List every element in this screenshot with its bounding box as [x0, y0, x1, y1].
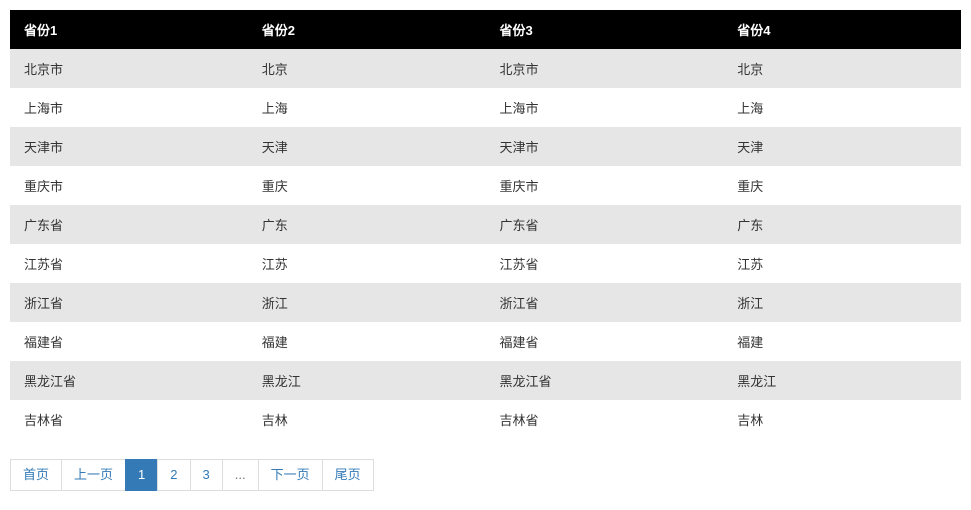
- table-row: 黑龙江省黑龙江黑龙江省黑龙江: [10, 361, 961, 400]
- table-cell: 北京市: [486, 49, 724, 88]
- table-cell: 重庆: [248, 166, 486, 205]
- pagination: 首页 上一页 123 ... 下一页 尾页: [10, 459, 961, 491]
- table-row: 天津市天津天津市天津: [10, 127, 961, 166]
- table-cell: 浙江省: [10, 283, 248, 322]
- col-header-3: 省份3: [486, 10, 724, 49]
- page-prev[interactable]: 上一页: [61, 459, 126, 491]
- table-cell: 福建: [723, 322, 961, 361]
- table-cell: 天津市: [486, 127, 724, 166]
- page-number[interactable]: 2: [157, 459, 190, 491]
- table-cell: 福建省: [10, 322, 248, 361]
- table-cell: 广东: [248, 205, 486, 244]
- table-cell: 黑龙江: [248, 361, 486, 400]
- table-cell: 上海市: [486, 88, 724, 127]
- table-cell: 上海: [723, 88, 961, 127]
- page-next[interactable]: 下一页: [258, 459, 323, 491]
- table-cell: 江苏省: [486, 244, 724, 283]
- table-cell: 上海: [248, 88, 486, 127]
- table-cell: 福建省: [486, 322, 724, 361]
- table-cell: 吉林: [723, 400, 961, 439]
- table-row: 江苏省江苏江苏省江苏: [10, 244, 961, 283]
- table-row: 浙江省浙江浙江省浙江: [10, 283, 961, 322]
- table-cell: 黑龙江: [723, 361, 961, 400]
- table-cell: 福建: [248, 322, 486, 361]
- table-cell: 广东: [723, 205, 961, 244]
- table-row: 重庆市重庆重庆市重庆: [10, 166, 961, 205]
- table-cell: 江苏: [723, 244, 961, 283]
- table-cell: 浙江省: [486, 283, 724, 322]
- table-cell: 重庆: [723, 166, 961, 205]
- table-row: 北京市北京北京市北京: [10, 49, 961, 88]
- table-cell: 广东省: [486, 205, 724, 244]
- table-row: 福建省福建福建省福建: [10, 322, 961, 361]
- table-cell: 吉林省: [486, 400, 724, 439]
- table-cell: 北京市: [10, 49, 248, 88]
- table-cell: 浙江: [248, 283, 486, 322]
- table-row: 广东省广东广东省广东: [10, 205, 961, 244]
- table-cell: 江苏省: [10, 244, 248, 283]
- table-cell: 上海市: [10, 88, 248, 127]
- page-number[interactable]: 3: [190, 459, 223, 491]
- table-cell: 北京: [723, 49, 961, 88]
- table-cell: 天津市: [10, 127, 248, 166]
- page-first[interactable]: 首页: [10, 459, 62, 491]
- page-last[interactable]: 尾页: [322, 459, 374, 491]
- table-cell: 黑龙江省: [10, 361, 248, 400]
- table-cell: 浙江: [723, 283, 961, 322]
- page-number[interactable]: 1: [125, 459, 158, 491]
- table-cell: 吉林: [248, 400, 486, 439]
- table-cell: 重庆市: [10, 166, 248, 205]
- col-header-1: 省份1: [10, 10, 248, 49]
- page-ellipsis: ...: [222, 459, 259, 491]
- col-header-2: 省份2: [248, 10, 486, 49]
- table-header-row: 省份1 省份2 省份3 省份4: [10, 10, 961, 49]
- table-row: 吉林省吉林吉林省吉林: [10, 400, 961, 439]
- table-cell: 重庆市: [486, 166, 724, 205]
- table-cell: 广东省: [10, 205, 248, 244]
- table-cell: 江苏: [248, 244, 486, 283]
- table-cell: 黑龙江省: [486, 361, 724, 400]
- col-header-4: 省份4: [723, 10, 961, 49]
- province-table: 省份1 省份2 省份3 省份4 北京市北京北京市北京上海市上海上海市上海天津市天…: [10, 10, 961, 439]
- table-cell: 吉林省: [10, 400, 248, 439]
- table-cell: 北京: [248, 49, 486, 88]
- table-cell: 天津: [248, 127, 486, 166]
- table-row: 上海市上海上海市上海: [10, 88, 961, 127]
- table-cell: 天津: [723, 127, 961, 166]
